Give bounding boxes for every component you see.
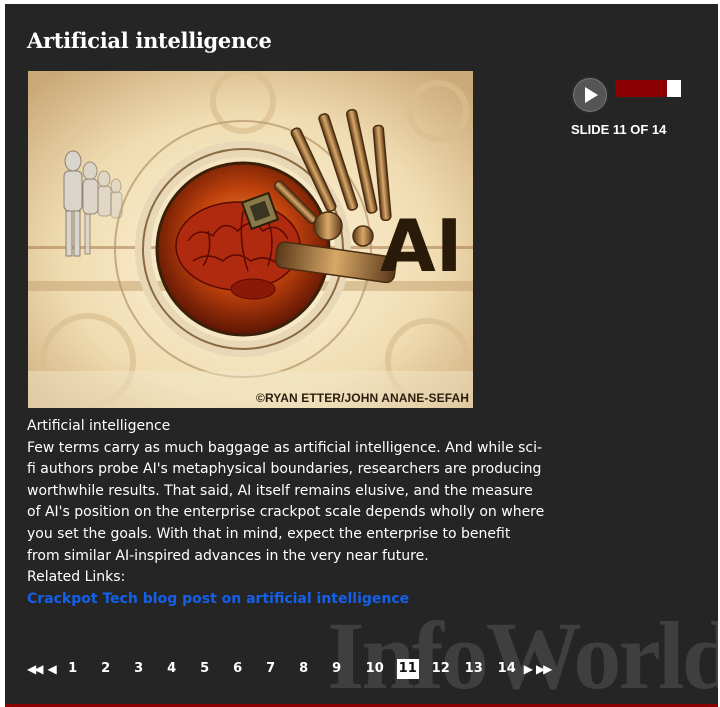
slide-image: AI ©RYAN ETTER/JOHN ANANE-SEFAH	[28, 71, 473, 408]
related-link[interactable]: Crackpot Tech blog post on artificial in…	[27, 591, 409, 607]
page-number[interactable]: 8	[298, 659, 310, 679]
slide-counter: SLIDE 11 OF 14	[571, 122, 667, 137]
page-number[interactable]: 10	[364, 659, 386, 679]
infoworld-watermark: InfoWorld	[327, 602, 718, 706]
last-slide-button[interactable]: ▶▶	[536, 662, 553, 676]
page-number[interactable]: 2	[100, 659, 112, 679]
caption-heading: Artificial intelligence	[27, 418, 171, 434]
next-slide-button[interactable]: ▶	[524, 662, 533, 676]
page-number[interactable]: 5	[199, 659, 211, 679]
page-number[interactable]: 4	[166, 659, 178, 679]
page-number[interactable]: 7	[265, 659, 277, 679]
slide-progress-bar	[615, 80, 681, 97]
slide-title: Artificial intelligence	[27, 28, 272, 53]
page-number[interactable]: 3	[133, 659, 145, 679]
play-icon	[585, 87, 598, 103]
page-number[interactable]: 1	[67, 659, 79, 679]
slideshow-frame: InfoWorld Artificial intelligence AI ©RY…	[5, 4, 718, 706]
progress-remaining	[666, 80, 681, 97]
page-number[interactable]: 12	[430, 659, 452, 679]
slide-caption: Artificial intelligence Few terms carry …	[27, 416, 547, 610]
page-number-current[interactable]: 11	[396, 659, 419, 679]
caption-body: Few terms carry as much baggage as artif…	[27, 439, 545, 564]
play-button[interactable]	[571, 76, 609, 114]
page-numbers: 1 2 3 4 5 6 7 8 9 10 11 12 13 14	[67, 659, 518, 679]
prev-slide-button[interactable]: ◀	[47, 662, 56, 676]
image-credit: ©RYAN ETTER/JOHN ANANE-SEFAH	[256, 391, 469, 405]
page-number[interactable]: 14	[496, 659, 518, 679]
page-number[interactable]: 6	[232, 659, 244, 679]
ai-illustration: AI	[28, 71, 473, 408]
ai-logo-text: AI	[380, 204, 463, 288]
page-number[interactable]: 13	[463, 659, 485, 679]
page-number[interactable]: 9	[331, 659, 343, 679]
related-links-label: Related Links:	[27, 569, 126, 586]
first-slide-button[interactable]: ◀◀	[27, 662, 44, 676]
slide-pager: ◀◀ ◀ 1 2 3 4 5 6 7 8 9 10 11 12 13 14 ▶ ▶▶	[27, 659, 553, 679]
